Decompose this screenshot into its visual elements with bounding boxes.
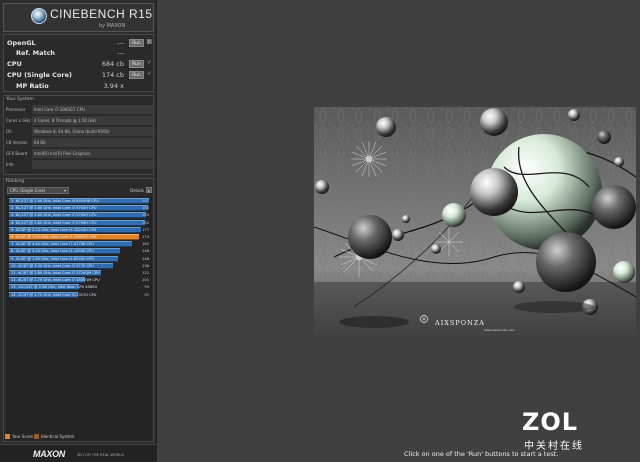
opengl-value: --- (116, 39, 124, 47)
system-key: Info (6, 162, 14, 167)
ranking-item-score: 183 (142, 213, 149, 218)
opengl-run-button[interactable]: Run (129, 39, 144, 47)
cpu-run-button[interactable]: Run (129, 60, 144, 68)
ranking-item-score: 182 (142, 220, 149, 225)
maxon-tagline: 3D FOR THE REAL WORLD (77, 453, 125, 457)
opengl-label: OpenGL (7, 39, 36, 47)
ranking-item-score: 146 (142, 256, 149, 261)
ranking-item-label[interactable]: 8. 4C/8T @ 3.30 GHz, Intel Core i5-1950K… (11, 248, 94, 254)
ranking-item-label[interactable]: 4. 6C/12T @ 2.60 GHz, Intel Core i7-9750… (11, 220, 96, 226)
opengl-row: OpenGL --- Run ▦ (4, 38, 154, 48)
ranking-item-label[interactable]: 7. 4C/8T @ 4.40 GHz, Intel Core i7-4770K… (11, 241, 94, 247)
system-row: GFX Board Intel(R) Iris(R) Plus Graphics (6, 149, 153, 158)
system-row: Processor Intel Core i7-1065G7 CPU (6, 105, 153, 114)
render-scene (314, 107, 636, 337)
mp-ratio-value: 3.94 x (103, 82, 124, 90)
system-header: Your System (6, 97, 34, 102)
ranking-legend: Your Score Identical System (3, 432, 154, 441)
ranking-item-score: 148 (142, 249, 149, 254)
chevron-down-icon: ▾ (63, 188, 66, 193)
scores-panel: OpenGL --- Run ▦ Ref. Match --- CPU 684 … (3, 34, 154, 92)
system-row: OS Windows 8, 64 Bit, China (build 9200) (6, 127, 153, 136)
cpu-value: 684 cb (101, 60, 124, 68)
system-key: OS (6, 129, 12, 134)
system-key: GFX Board (6, 151, 28, 156)
cpu-row: CPU 684 cb Run ✓ (4, 59, 154, 69)
ref-match-label: Ref. Match (16, 49, 56, 57)
cpu-single-run-button[interactable]: Run (129, 71, 144, 79)
mp-ratio-label: MP Ratio (16, 82, 49, 90)
ranking-item-label[interactable]: 11. 4C/8T @ 2.60 GHz, Intel Core i7-3720… (11, 270, 100, 276)
system-value: Intel Core i7-1065G7 CPU (32, 105, 153, 114)
cpu-label: CPU (7, 60, 22, 68)
ranking-item-label[interactable]: 6. 4C/8T @ 1.50 GHz, Intel Core i7-1065G… (11, 234, 97, 240)
system-info-field[interactable] (32, 160, 153, 169)
ranking-item-label[interactable]: 5. 4C/8T @ 2.13 GHz, Intel Core i5-10210… (11, 227, 96, 233)
cpu-single-check-icon: ✓ (146, 70, 152, 77)
left-panel: CINEBENCH R15 by MAXON OpenGL --- Run ▦ … (0, 0, 157, 462)
app-logo: CINEBENCH R15 by MAXON (3, 3, 154, 32)
identical-system-swatch (34, 434, 39, 439)
ranking-item-label[interactable]: 9. 4C/8T @ 1.80 GHz, Intel Core i5-8250U… (11, 256, 94, 262)
ranking-item-score: 122 (142, 271, 149, 275)
render-watermark: AIXSPONZA (435, 319, 485, 327)
system-row: Cores x GHz 4 Cores, 8 Threads @ 1.50 GH… (6, 116, 153, 125)
mp-ratio-row: MP Ratio 3.94 x (4, 81, 154, 91)
system-key: Processor (6, 107, 26, 112)
ranking-item-label[interactable]: 10. 4C/8T @ 3.40 GHz, Intel Core i7-3770… (11, 263, 94, 269)
system-key: CB Version (6, 140, 28, 145)
details-label: Details (130, 188, 144, 193)
zol-watermark: ZOL (522, 408, 579, 436)
ranking-item-label[interactable]: 14. 2C/4T @ 1.70 GHz, Intel Core i5-3317… (11, 292, 96, 298)
app-subtitle: by MAXON (99, 23, 126, 29)
system-value: Windows 8, 64 Bit, China (build 9200) (32, 127, 153, 136)
ranking-item-score: 186 (142, 206, 149, 211)
system-panel: Your System Processor Intel Core i7-1065… (3, 95, 154, 175)
identical-system-legend: Identical System (41, 434, 75, 439)
system-value: Intel(R) Iris(R) Plus Graphics (32, 149, 153, 158)
your-score-swatch (5, 434, 10, 439)
system-row: Info (6, 160, 153, 169)
cpu-single-value: 174 cb (101, 71, 124, 79)
ranking-list[interactable]: 1. 6C/12T @ 2.40 GHz, Intel Core i9-8950… (6, 196, 152, 441)
ranking-item-label[interactable]: 13. 12C/24T @ 2.66 GHz, Intel Xeon CPU X… (11, 284, 97, 290)
ranking-item-label[interactable]: 12. 4C/8T @ 2.79 GHz, Intel Core i7-3840… (11, 277, 100, 283)
ranking-mode-select[interactable]: CPU (Single Core) ▾ (7, 187, 69, 194)
zol-watermark-cn: 中关村在线 (524, 441, 584, 452)
system-key: Cores x GHz (6, 118, 31, 123)
cinebench-logo-icon (31, 8, 47, 24)
ranking-item-label[interactable]: 3. 6C/12T @ 2.60 GHz, Intel Core i7-9750… (11, 212, 96, 218)
footer: MAXON 3D FOR THE REAL WORLD (0, 444, 157, 462)
ranking-panel: Ranking CPU (Single Core) ▾ Details ▸ 1.… (3, 178, 154, 442)
render-viewport: AIXSPONZA www.aixsponza.com (314, 107, 636, 337)
cpu-check-icon: ✓ (146, 59, 152, 66)
cpu-single-row: CPU (Single Core) 174 cb Run ✓ (4, 70, 154, 80)
ranking-item-score: 91 (144, 292, 149, 297)
ranking-item-score: 177 (142, 227, 149, 232)
ranking-item-label[interactable]: 2. 6C/12T @ 2.60 GHz, Intel Core i7-9750… (11, 205, 96, 211)
ref-match-row: Ref. Match --- (4, 48, 154, 58)
system-row: CB Version 64 Bit (6, 138, 153, 147)
ranking-item-label[interactable]: 1. 6C/12T @ 2.40 GHz, Intel Core i9-8950… (11, 198, 99, 204)
maxon-logo: MAXON (33, 449, 65, 459)
ranking-item-score: 174 (142, 235, 149, 239)
system-value: 4 Cores, 8 Threads @ 1.50 GHz (32, 116, 153, 125)
ranking-item-score: 165 (142, 242, 149, 247)
ranking-item-score: 138 (142, 263, 149, 268)
opengl-options-icon[interactable]: ▦ (146, 38, 152, 45)
ranking-mode-value: CPU (Single Core) (10, 188, 46, 193)
ref-match-value: --- (116, 49, 124, 57)
ranking-item-score: 93 (144, 285, 149, 290)
ranking-header: Ranking (6, 179, 25, 184)
app-title: CINEBENCH R15 (50, 7, 153, 21)
ranking-item-score: 101 (142, 278, 149, 283)
details-button[interactable]: ▸ (146, 187, 152, 193)
your-score-legend: Your Score (12, 434, 34, 439)
system-value: 64 Bit (32, 138, 153, 147)
ranking-item-score: 187 (142, 199, 149, 203)
render-watermark-url: www.aixsponza.com (484, 328, 515, 332)
cpu-single-label: CPU (Single Core) (7, 71, 72, 79)
